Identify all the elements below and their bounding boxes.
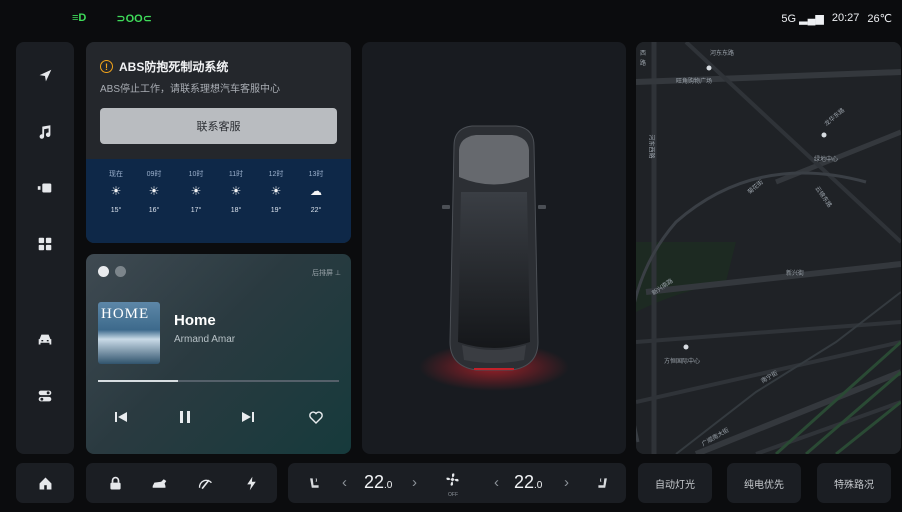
map-label: 绿地中心: [814, 157, 839, 163]
rear-screen-button[interactable]: 后排屏 ⊥: [312, 268, 341, 278]
contact-service-button[interactable]: 联系客服: [100, 108, 337, 144]
alert-title: ABS防抱死制动系统: [119, 60, 229, 74]
network-indicator: 5G ▂▄▆: [781, 13, 824, 25]
abs-alert-card: ! ABS防抱死制动系统 ABS停止工作，请联系理想汽车客服中心 联系客服 现在…: [86, 42, 351, 243]
map-label: 河东西路: [647, 134, 654, 159]
fan-state-label: OFF: [448, 492, 458, 498]
heart-icon: [309, 411, 323, 424]
navigation-button[interactable]: [16, 56, 74, 96]
map-label: 新兴街: [786, 271, 805, 277]
auto-headlights-button[interactable]: 自动灯光: [638, 463, 712, 503]
car-icon: [38, 334, 52, 345]
wiper-icon: [198, 479, 212, 489]
skip-previous-icon: [115, 412, 127, 422]
driver-temp-decrease[interactable]: ‹: [342, 474, 347, 491]
headlight-indicator: ≡D: [72, 12, 87, 24]
warning-icon: !: [100, 60, 113, 73]
map-label: 方恒国际中心: [664, 359, 701, 365]
map-label: 西: [640, 51, 647, 57]
song-artist: Armand Amar: [174, 334, 236, 345]
clock: 20:27: [831, 12, 860, 24]
driver-seat-heat-button[interactable]: [300, 463, 326, 503]
playback-progress-bar[interactable]: [98, 380, 339, 382]
position-light-indicator: ⊃OO⊂: [116, 13, 152, 25]
sun-icon: ☀: [190, 184, 202, 198]
sun-icon: ☀: [230, 184, 242, 198]
vehicle-button[interactable]: [16, 320, 74, 360]
map-label: 路: [640, 61, 647, 67]
album-art[interactable]: HOME: [98, 302, 160, 364]
climate-controls: ‹ 22.0 › OFF ‹ 22.0 ›: [288, 463, 626, 503]
status-bar: ≡D ⊃OO⊂ 5G ▂▄▆ 20:27 26℃: [0, 0, 902, 34]
charging-button[interactable]: [234, 463, 268, 503]
sidebar: [16, 42, 74, 454]
vehicle-view-card: [362, 42, 626, 454]
lightning-icon: [246, 476, 256, 490]
car-tailgate-icon: [152, 478, 166, 488]
apps-button[interactable]: [16, 224, 74, 264]
video-button[interactable]: [16, 168, 74, 208]
wiper-button[interactable]: [188, 463, 222, 503]
alert-message: ABS停止工作，请联系理想汽车客服中心: [100, 84, 281, 95]
music-button[interactable]: [16, 112, 74, 152]
skip-next-icon: [242, 412, 254, 422]
settings-toggle-icon: [38, 390, 52, 402]
weather-hour: 10时 ☀ 17°: [180, 169, 212, 214]
pause-icon: [180, 411, 190, 423]
passenger-temp-decrease[interactable]: ‹: [494, 474, 499, 491]
sun-icon: ☀: [148, 184, 160, 198]
weather-hour: 12时 ☀ 19°: [260, 169, 292, 214]
song-title: Home: [174, 312, 216, 329]
special-road-button[interactable]: 特殊路况: [817, 463, 891, 503]
home-button[interactable]: [16, 463, 74, 503]
partly-cloudy-icon: ☁: [310, 184, 322, 198]
tailgate-button[interactable]: [142, 463, 176, 503]
playback-progress-fill: [98, 380, 178, 382]
sun-icon: ☀: [270, 184, 282, 198]
music-source-alt-icon[interactable]: [115, 266, 126, 277]
weather-forecast: 现在 ☀ 15° 09时 ☀ 16° 10时 ☀ 17° 11时 ☀ 18° 12时 ☀ 19° 1…: [86, 159, 351, 243]
music-player-card: 后排屏 ⊥ HOME Home Armand Amar: [86, 254, 351, 454]
music-source-icon[interactable]: [98, 266, 109, 277]
media-video-icon: [37, 183, 52, 193]
fan-icon: [445, 472, 459, 486]
lock-icon: [109, 476, 121, 489]
favorite-button[interactable]: [301, 404, 331, 430]
passenger-temperature: 22.0: [514, 472, 543, 492]
seat-heat-icon: [597, 477, 607, 488]
map-label: 旺角购物广场: [676, 79, 713, 85]
lock-button[interactable]: [98, 463, 132, 503]
ev-priority-button[interactable]: 纯电优先: [727, 463, 801, 503]
driver-temp-increase[interactable]: ›: [412, 474, 417, 491]
weather-hour: 现在 ☀ 15°: [100, 169, 132, 214]
next-track-button[interactable]: [233, 404, 263, 430]
map-label: 河东东路: [710, 51, 735, 57]
weather-hour: 09时 ☀ 16°: [138, 169, 170, 214]
navigation-arrow-icon: [39, 69, 52, 82]
seat-heat-icon: [309, 477, 319, 488]
map-roads: [636, 42, 901, 454]
music-note-icon: [39, 125, 51, 139]
driver-temperature: 22.0: [364, 472, 393, 492]
previous-track-button[interactable]: [106, 404, 136, 430]
navigation-map[interactable]: 西 路 河东东路 旺角购物广场 龙华东路 河东西路 菊花街 绿地中心 云锦东路 …: [636, 42, 901, 454]
passenger-temp-increase[interactable]: ›: [564, 474, 569, 491]
settings-button[interactable]: [16, 376, 74, 416]
outside-temperature: 26℃: [867, 13, 892, 25]
home-icon: [39, 477, 51, 489]
weather-hour: 11时 ☀ 18°: [220, 169, 252, 214]
car-top-view: [419, 125, 569, 391]
pause-button[interactable]: [170, 404, 200, 430]
quick-controls: [86, 463, 277, 503]
passenger-seat-heat-button[interactable]: [590, 463, 616, 503]
sun-icon: ☀: [110, 184, 122, 198]
apps-grid-icon: [38, 237, 52, 251]
weather-hour: 13时 ☁ 22°: [300, 169, 332, 214]
fan-button[interactable]: [440, 463, 464, 495]
album-art-text: HOME: [101, 306, 150, 322]
